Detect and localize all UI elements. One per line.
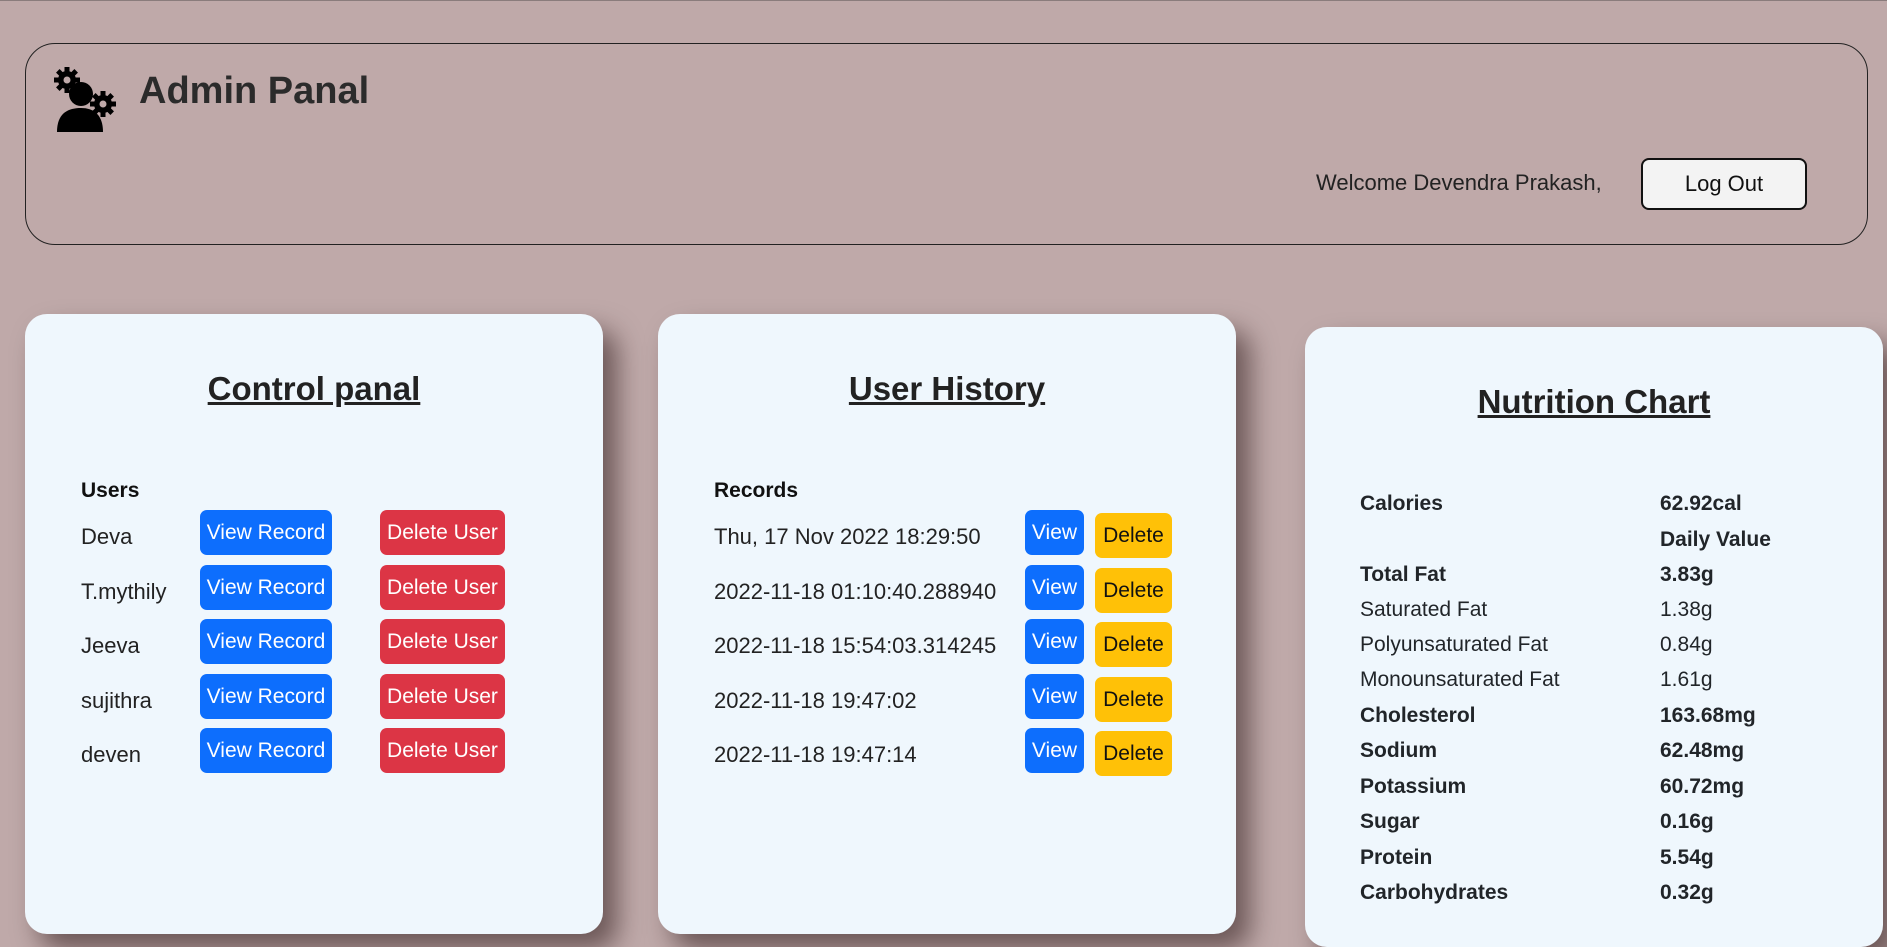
- nutrient-label: Sodium: [1360, 739, 1437, 762]
- delete-record-button[interactable]: Delete: [1095, 568, 1172, 613]
- nutrient-value: 0.84g: [1660, 633, 1713, 656]
- nutrition-row: Protein 5.54g: [1360, 846, 1860, 880]
- page-title: Admin Panal: [139, 70, 370, 112]
- nutrient-label: Total Fat: [1360, 563, 1446, 586]
- view-button[interactable]: View: [1025, 619, 1084, 664]
- welcome-message: Welcome Devendra Prakash,: [1316, 170, 1602, 195]
- user-name: deven: [81, 742, 141, 767]
- user-name: T.mythily: [81, 579, 167, 604]
- record-row: 2022-11-18 19:47:14 View Delete: [658, 728, 1236, 776]
- record-row: 2022-11-18 19:47:02 View Delete: [658, 674, 1236, 722]
- view-record-button[interactable]: View Record: [200, 565, 332, 610]
- view-record-button[interactable]: View Record: [200, 674, 332, 719]
- nutrient-label: Sugar: [1360, 810, 1420, 833]
- nutrition-row: Saturated Fat 1.38g: [1360, 598, 1860, 632]
- logout-button[interactable]: Log Out: [1641, 158, 1807, 210]
- view-record-button[interactable]: View Record: [200, 619, 332, 664]
- nutrition-row: Total Fat 3.83g: [1360, 563, 1860, 597]
- delete-user-button[interactable]: Delete User: [380, 510, 505, 555]
- view-button[interactable]: View: [1025, 728, 1084, 773]
- nutrition-row: Sugar 0.16g: [1360, 810, 1860, 844]
- user-row: T.mythily View Record Delete User: [25, 565, 603, 613]
- user-name: Deva: [81, 524, 133, 549]
- nutrient-value: 163.68mg: [1660, 704, 1756, 727]
- nutrition-chart-title: Nutrition Chart: [1477, 383, 1711, 420]
- nutrition-row: Potassium 60.72mg: [1360, 775, 1860, 809]
- record-date: Thu, 17 Nov 2022 18:29:50: [714, 524, 981, 549]
- view-record-button[interactable]: View Record: [200, 728, 332, 773]
- record-date: 2022-11-18 01:10:40.288940: [714, 579, 997, 604]
- delete-user-button[interactable]: Delete User: [380, 619, 505, 664]
- user-name: sujithra: [81, 688, 152, 713]
- delete-record-button[interactable]: Delete: [1095, 677, 1172, 722]
- delete-record-button[interactable]: Delete: [1095, 731, 1172, 776]
- view-button[interactable]: View: [1025, 674, 1084, 719]
- nutrient-value: 1.61g: [1660, 668, 1713, 691]
- nutrient-label: Polyunsaturated Fat: [1360, 633, 1548, 656]
- header-panel: Admin Panal Welcome Devendra Prakash, Lo…: [25, 43, 1868, 245]
- nutrition-row: Polyunsaturated Fat 0.84g: [1360, 633, 1860, 667]
- nutrition-row: Carbohydrates 0.32g: [1360, 881, 1860, 915]
- user-name: Jeeva: [81, 633, 140, 658]
- nutrient-label: Monounsaturated Fat: [1360, 668, 1560, 691]
- nutrient-value: 1.38g: [1660, 598, 1713, 621]
- user-row: sujithra View Record Delete User: [25, 674, 603, 722]
- users-label: Users: [81, 479, 140, 502]
- record-row: 2022-11-18 15:54:03.314245 View Delete: [658, 619, 1236, 667]
- nutrient-value: 3.83g: [1660, 563, 1714, 586]
- nutrient-label: Protein: [1360, 846, 1433, 869]
- delete-record-button[interactable]: Delete: [1095, 622, 1172, 667]
- records-label: Records: [714, 479, 799, 502]
- nutrient-value: 5.54g: [1660, 846, 1714, 869]
- record-date: 2022-11-18 15:54:03.314245: [714, 633, 997, 658]
- nutrient-value: 60.72mg: [1660, 775, 1745, 798]
- user-row: Jeeva View Record Delete User: [25, 619, 603, 667]
- nutrient-label: Saturated Fat: [1360, 598, 1488, 621]
- nutrient-label: Carbohydrates: [1360, 881, 1509, 904]
- nutrient-value: Daily Value: [1660, 528, 1771, 551]
- record-date: 2022-11-18 19:47:02: [714, 688, 917, 713]
- view-record-button[interactable]: View Record: [200, 510, 332, 555]
- nutrient-value: 0.32g: [1660, 881, 1714, 904]
- top-divider: [0, 0, 1887, 1]
- delete-user-button[interactable]: Delete User: [380, 565, 505, 610]
- nutrient-value: 62.48mg: [1660, 739, 1745, 762]
- nutrient-label: Potassium: [1360, 775, 1467, 798]
- user-history-title: User History: [848, 370, 1046, 407]
- control-panel-card: Control panal Users Deva View Record Del…: [25, 314, 603, 934]
- delete-user-button[interactable]: Delete User: [380, 728, 505, 773]
- nutrient-label: Calories: [1360, 492, 1443, 515]
- nutrition-row: Calories 62.92cal: [1360, 492, 1860, 526]
- record-row: Thu, 17 Nov 2022 18:29:50 View Delete: [658, 510, 1236, 558]
- nutrition-row: Monounsaturated Fat 1.61g: [1360, 668, 1860, 702]
- nutrition-chart-card: Nutrition Chart Calories 62.92cal Daily Va…: [1305, 327, 1883, 947]
- nutrient-value: 62.92cal: [1660, 492, 1742, 515]
- view-button[interactable]: View: [1025, 510, 1084, 555]
- control-panel-title: Control panal: [207, 370, 421, 407]
- view-button[interactable]: View: [1025, 565, 1084, 610]
- record-date: 2022-11-18 19:47:14: [714, 742, 917, 767]
- nutrition-row: Daily Value: [1360, 528, 1860, 562]
- delete-user-button[interactable]: Delete User: [380, 674, 505, 719]
- user-history-card: User History Records Thu, 17 Nov 2022 18…: [658, 314, 1236, 934]
- nutrient-label: Cholesterol: [1360, 704, 1476, 727]
- nutrition-row: Cholesterol 163.68mg: [1360, 704, 1860, 738]
- record-row: 2022-11-18 01:10:40.288940 View Delete: [658, 565, 1236, 613]
- user-row: deven View Record Delete User: [25, 728, 603, 776]
- admin-gear-user-icon: [49, 64, 119, 134]
- delete-record-button[interactable]: Delete: [1095, 513, 1172, 558]
- user-row: Deva View Record Delete User: [25, 510, 603, 558]
- nutrition-row: Sodium 62.48mg: [1360, 739, 1860, 773]
- nutrient-value: 0.16g: [1660, 810, 1714, 833]
